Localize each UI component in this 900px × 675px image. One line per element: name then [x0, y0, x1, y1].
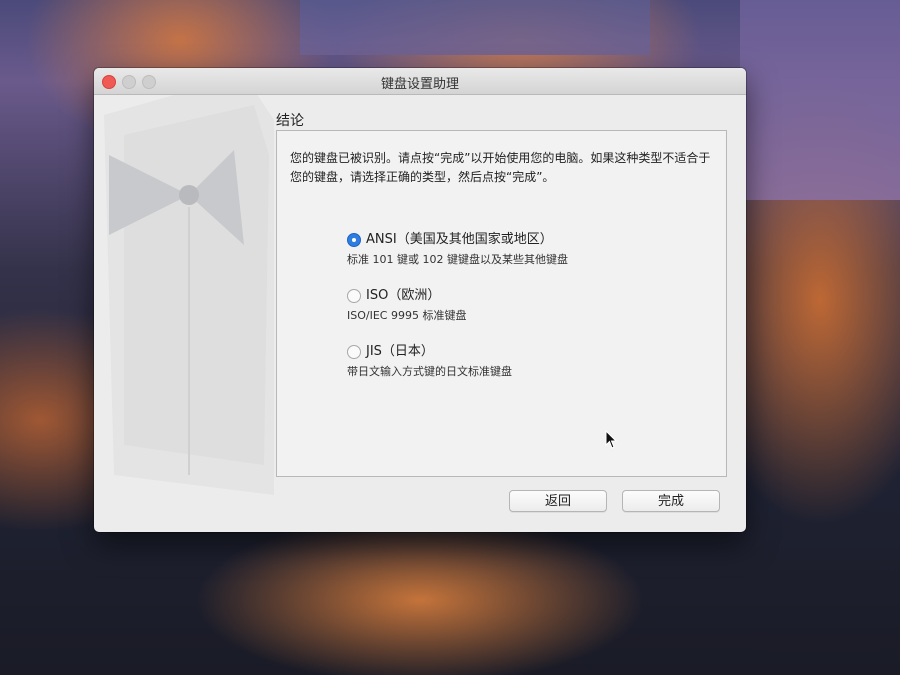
radio-iso[interactable] [347, 289, 361, 303]
option-iso-description: ISO/IEC 9995 标准键盘 [347, 309, 467, 322]
keyboard-setup-window: 键盘设置助理 结论 您的键盘已被识别。请点按“完成”以开始使用您的电脑。如果这种… [94, 68, 746, 532]
option-ansi-label: ANSI（美国及其他国家或地区） [366, 232, 553, 247]
option-jis-label: JIS（日本） [366, 344, 434, 359]
wallpaper-sky-right [740, 0, 900, 200]
mouse-pointer-icon [605, 429, 619, 454]
radio-ansi[interactable] [347, 233, 361, 247]
done-button[interactable]: 完成 [622, 490, 720, 512]
option-jis[interactable]: JIS（日本） 带日文输入方式键的日文标准键盘 [347, 343, 568, 379]
option-ansi[interactable]: ANSI（美国及其他国家或地区） 标准 101 键或 102 键键盘以及某些其他… [347, 231, 568, 267]
back-button[interactable]: 返回 [509, 490, 607, 512]
section-title: 结论 [276, 113, 304, 129]
content-panel: 您的键盘已被识别。请点按“完成”以开始使用您的电脑。如果这种类型不适合于您的键盘… [276, 130, 727, 477]
keyboard-type-options: ANSI（美国及其他国家或地区） 标准 101 键或 102 键键盘以及某些其他… [347, 231, 568, 399]
option-ansi-description: 标准 101 键或 102 键键盘以及某些其他键盘 [347, 253, 568, 266]
keyboard-setup-bowtie-icon [94, 75, 284, 532]
wallpaper-sky [300, 0, 650, 55]
recognition-message: 您的键盘已被识别。请点按“完成”以开始使用您的电脑。如果这种类型不适合于您的键盘… [290, 151, 711, 184]
option-jis-description: 带日文输入方式键的日文标准键盘 [347, 365, 512, 378]
radio-jis[interactable] [347, 345, 361, 359]
option-iso[interactable]: ISO（欧洲） ISO/IEC 9995 标准键盘 [347, 287, 568, 323]
title-bar[interactable]: 键盘设置助理 [94, 68, 746, 95]
window-title: 键盘设置助理 [380, 77, 459, 92]
option-iso-label: ISO（欧洲） [366, 288, 441, 303]
